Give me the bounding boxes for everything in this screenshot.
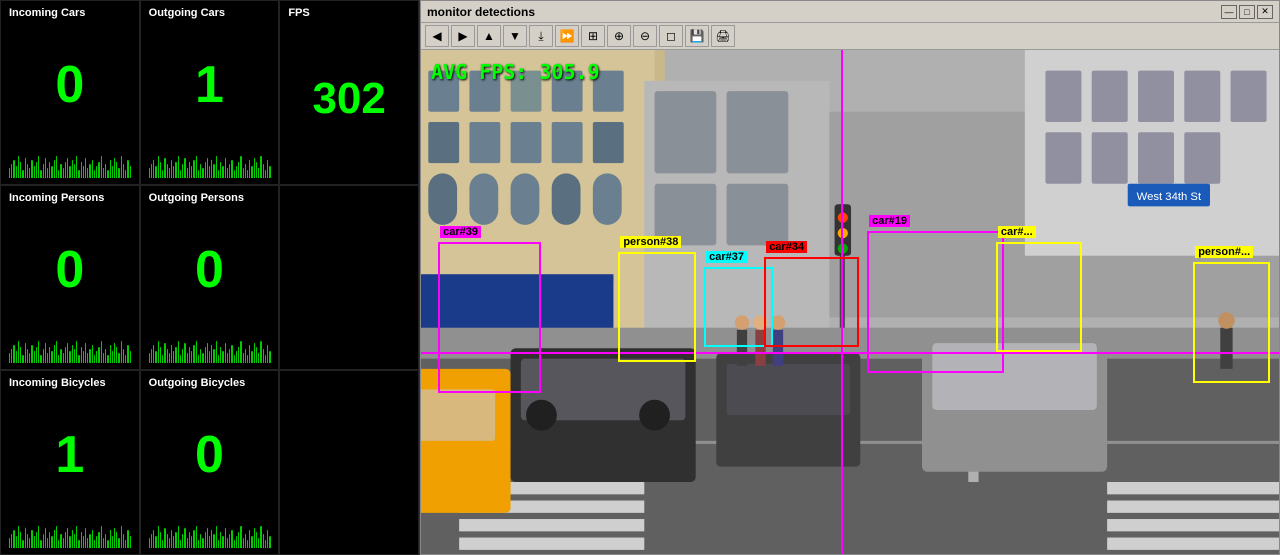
fast-forward-button[interactable]: ⏩ [555, 25, 579, 47]
stat-value-incoming-cars: 0 [9, 19, 131, 150]
window-title: monitor detections [427, 5, 535, 19]
stat-value-fps: 302 [288, 19, 410, 178]
up-button[interactable]: ▲ [477, 25, 501, 47]
close-button[interactable]: ✕ [1257, 5, 1273, 19]
stat-cell-outgoing-bicycles: Outgoing Bicycles0 [140, 370, 280, 555]
stat-cell-outgoing-cars: Outgoing Cars1 [140, 0, 280, 185]
print-button[interactable]: 🖨 [711, 25, 735, 47]
stat-label-incoming-cars: Incoming Cars [9, 7, 131, 19]
stat-cell-incoming-bicycles: Incoming Bicycles1 [0, 370, 140, 555]
maximize-button[interactable]: □ [1239, 5, 1255, 19]
back-button[interactable]: ◀ [425, 25, 449, 47]
window-controls[interactable]: — □ ✕ [1221, 5, 1273, 19]
waveform-incoming-persons [9, 335, 131, 363]
download-button[interactable]: ⤓ [529, 25, 553, 47]
forward-button[interactable]: ▶ [451, 25, 475, 47]
detection-window: monitor detections — □ ✕ ◀ ▶ ▲ ▼ ⤓ ⏩ ⊞ ⊕… [420, 0, 1280, 555]
waveform-outgoing-cars [149, 150, 271, 178]
waveform-outgoing-bicycles [149, 520, 271, 548]
stat-value-outgoing-bicycles: 0 [149, 389, 271, 520]
save-button[interactable]: 💾 [685, 25, 709, 47]
stat-cell-incoming-cars: Incoming Cars0 [0, 0, 140, 185]
stat-cell-fps: FPS302 [279, 0, 419, 185]
zoom-in-button[interactable]: ⊕ [607, 25, 631, 47]
grid-button[interactable]: ⊞ [581, 25, 605, 47]
waveform-outgoing-persons [149, 335, 271, 363]
down-button[interactable]: ▼ [503, 25, 527, 47]
rect-button[interactable]: ◻ [659, 25, 683, 47]
stat-label-outgoing-cars: Outgoing Cars [149, 7, 271, 19]
window-titlebar: monitor detections — □ ✕ [421, 1, 1279, 23]
stat-label-incoming-persons: Incoming Persons [9, 192, 131, 204]
waveform-incoming-bicycles [9, 520, 131, 548]
stat-value-incoming-bicycles: 1 [9, 389, 131, 520]
stat-label-incoming-bicycles: Incoming Bicycles [9, 377, 131, 389]
street-scene: West 34th St [421, 50, 1279, 554]
video-area: West 34th St [421, 50, 1279, 554]
stat-label-fps: FPS [288, 7, 410, 19]
stat-value-outgoing-persons: 0 [149, 204, 271, 335]
stat-cell-outgoing-persons: Outgoing Persons0 [140, 185, 280, 370]
svg-text:West 34th St: West 34th St [1137, 191, 1202, 203]
minimize-button[interactable]: — [1221, 5, 1237, 19]
stat-label-outgoing-persons: Outgoing Persons [149, 192, 271, 204]
stat-value-outgoing-cars: 1 [149, 19, 271, 150]
stat-cell-empty2 [279, 370, 419, 555]
stat-cell-empty [279, 185, 419, 370]
stat-label-outgoing-bicycles: Outgoing Bicycles [149, 377, 271, 389]
waveform-incoming-cars [9, 150, 131, 178]
toolbar: ◀ ▶ ▲ ▼ ⤓ ⏩ ⊞ ⊕ ⊖ ◻ 💾 🖨 [421, 23, 1279, 50]
zoom-out-button[interactable]: ⊖ [633, 25, 657, 47]
stat-cell-incoming-persons: Incoming Persons0 [0, 185, 140, 370]
stat-value-incoming-persons: 0 [9, 204, 131, 335]
stats-panel: Incoming Cars0Outgoing Cars1FPS302Incomi… [0, 0, 420, 555]
